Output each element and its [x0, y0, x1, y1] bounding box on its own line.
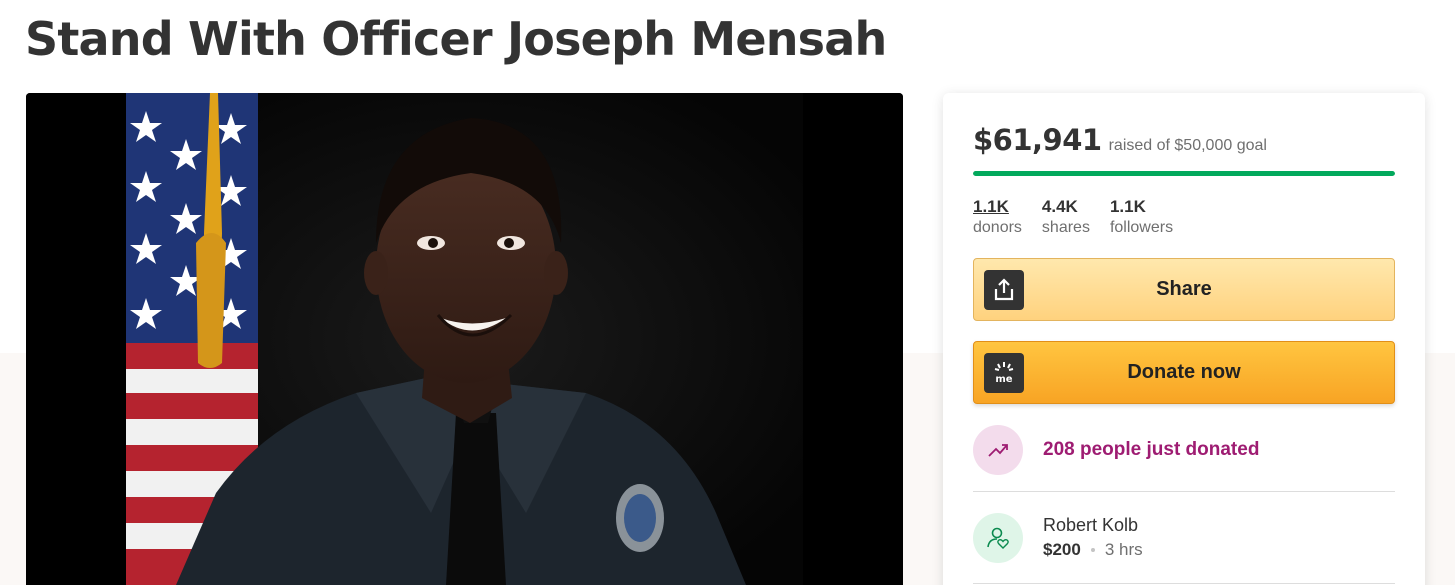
donor-meta: $200 3 hrs — [1043, 537, 1143, 563]
gofundme-logo-icon: me — [984, 352, 1024, 393]
shares-count: 4.4K — [1041, 197, 1078, 216]
donation-time: 3 hrs — [1104, 540, 1143, 559]
divider — [973, 583, 1395, 584]
donors-count[interactable]: 1.1K — [973, 196, 1022, 217]
campaign-title: Stand With Officer Joseph Mensah — [25, 12, 887, 66]
followers-label: followers — [1109, 219, 1174, 236]
progress-bar — [973, 171, 1395, 176]
donor-heart-icon — [973, 513, 1023, 563]
donation-panel: $61,941 raised of $50,000 goal 1.1K dono… — [943, 93, 1425, 585]
share-button[interactable]: Share — [973, 258, 1395, 321]
campaign-hero-image[interactable] — [26, 93, 903, 585]
share-upload-icon — [984, 269, 1024, 310]
donation-amount: $200 — [1043, 540, 1081, 559]
raised-amount: $61,941 — [973, 123, 1102, 157]
goal-text: raised of $50,000 goal — [1108, 137, 1267, 154]
stat-shares: 4.4K shares — [1042, 196, 1090, 239]
separator-dot — [1090, 548, 1095, 552]
donor-info: Robert Kolb $200 3 hrs — [1043, 513, 1143, 563]
donate-now-button[interactable]: me Donate now — [973, 341, 1395, 404]
stat-followers: 1.1K followers — [1110, 196, 1173, 239]
campaign-stats: 1.1K donors 4.4K shares 1.1K followers — [973, 196, 1193, 239]
share-button-label: Share — [1156, 278, 1212, 300]
recent-activity: 208 people just donated — [973, 425, 1259, 475]
shares-label: shares — [1041, 219, 1090, 236]
followers-count: 1.1K — [1109, 197, 1146, 216]
trending-up-icon — [973, 425, 1023, 475]
stat-donors[interactable]: 1.1K donors — [973, 196, 1022, 239]
progress-bar-fill — [973, 171, 1395, 176]
donate-now-label: Donate now — [1127, 361, 1241, 383]
donation-list-item: Robert Kolb $200 3 hrs — [973, 513, 1143, 563]
donors-label: donors — [973, 219, 1022, 236]
recent-donations-text: 208 people just donated — [1043, 439, 1260, 460]
divider — [973, 491, 1395, 492]
officer-portrait-illustration — [26, 93, 903, 585]
svg-text:me: me — [995, 374, 1012, 385]
donor-name: Robert Kolb — [1043, 515, 1139, 535]
raised-summary: $61,941 raised of $50,000 goal — [973, 123, 1267, 157]
